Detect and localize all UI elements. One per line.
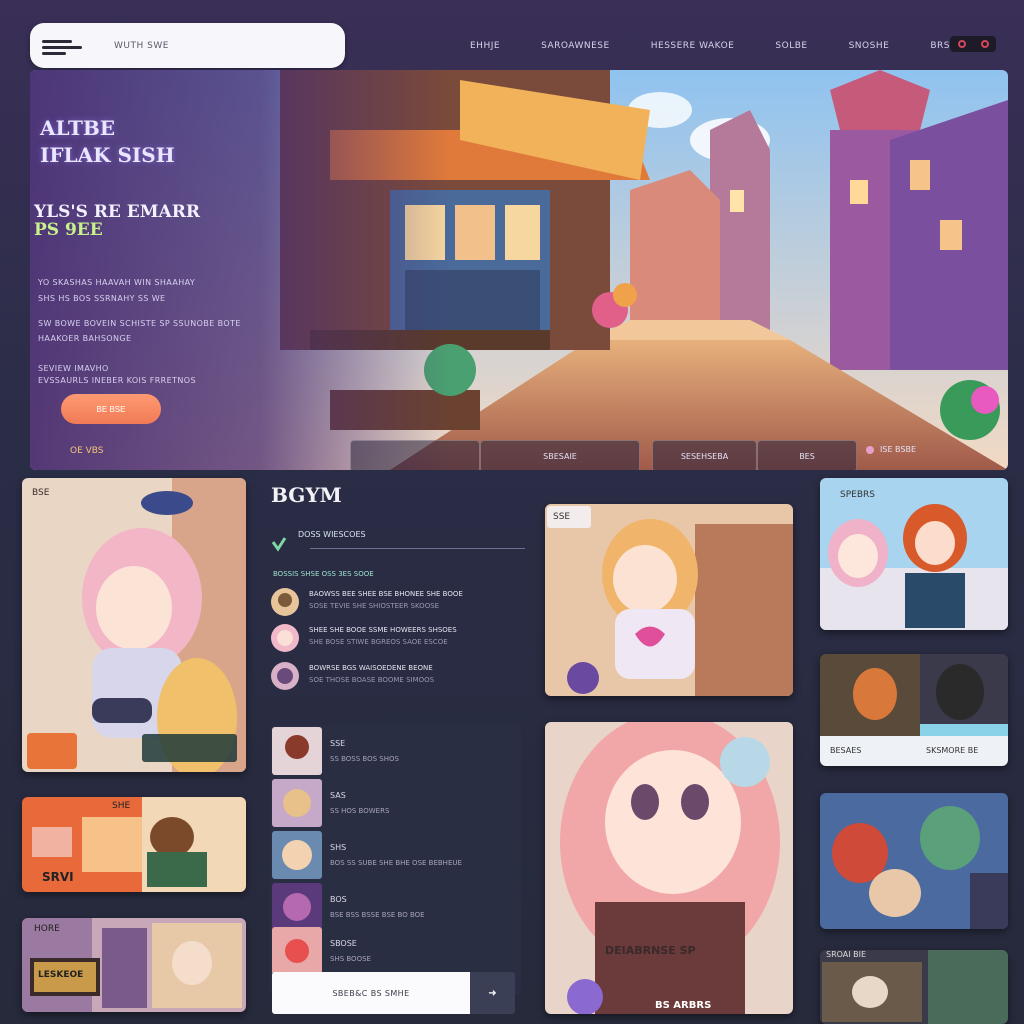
featured-title: DOSS WIESCOES bbox=[298, 530, 366, 539]
hero-text-line: SEVIEW IMAVHO bbox=[38, 364, 109, 373]
theme-toggle[interactable] bbox=[950, 36, 996, 52]
hero-tab[interactable]: BES bbox=[757, 440, 857, 470]
avatar bbox=[271, 624, 299, 652]
thumbnail bbox=[272, 927, 322, 975]
dot-icon bbox=[866, 445, 874, 454]
promo-card[interactable]: SHE SRVI bbox=[22, 797, 246, 892]
card-caption: DEIABRNSE SP bbox=[605, 944, 696, 957]
hero-tab[interactable]: SESEHSEBA bbox=[652, 440, 757, 470]
section-tag: OE VBS bbox=[70, 446, 104, 456]
card-badge: SSE bbox=[553, 512, 571, 522]
avatar bbox=[271, 662, 299, 690]
circle-icon bbox=[980, 40, 989, 48]
feed-item[interactable]: SHEE SHE BOOE SSME HOWEERS SHSOES SHE BO… bbox=[271, 624, 531, 654]
hero-banner[interactable]: ALTBE IFLAK SISH YLS'S RE EMARR PS 9EE Y… bbox=[30, 70, 1008, 470]
card-label: SROAI BIE bbox=[826, 950, 867, 959]
hero-cta-button[interactable]: BE BSE bbox=[61, 394, 161, 424]
card-title: SRVI bbox=[42, 870, 74, 884]
hero-tab[interactable] bbox=[350, 440, 480, 470]
featured-subtitle: BOSSIS SHSE OSS 3ES SOOE bbox=[273, 570, 374, 578]
card-illustration bbox=[820, 478, 1008, 630]
hero-text-line: YO SKASHAS HAAVAH WIN SHAAHAY bbox=[38, 278, 196, 287]
circle-icon bbox=[957, 40, 966, 48]
search-bar[interactable]: WUTH SWE bbox=[30, 23, 345, 68]
feed-item[interactable]: BAOWSS BEE SHEE BSE BHONEE SHE BOOE SOSE… bbox=[271, 588, 531, 618]
search-text: WUTH SWE bbox=[114, 40, 169, 51]
feature-card[interactable]: BSE bbox=[22, 478, 246, 772]
section-title: BGYM bbox=[271, 483, 342, 507]
card-label: SHE bbox=[112, 801, 131, 811]
hero-subtitle: YLS'S RE EMARR bbox=[34, 202, 200, 222]
divider bbox=[310, 548, 525, 549]
card-caption: BESAES bbox=[830, 746, 862, 755]
check-icon bbox=[271, 537, 287, 552]
card-illustration bbox=[545, 722, 793, 1014]
thumbnail bbox=[272, 831, 322, 879]
hero-text-line: EVSSAURLS INEBER KOIS FRRETNOS bbox=[38, 376, 196, 385]
group-card[interactable] bbox=[820, 793, 1008, 929]
list-item[interactable]: SHS BOS SS SUBE SHE BHE OSE BEBHEUE bbox=[270, 829, 521, 884]
card-illustration bbox=[820, 950, 1008, 1024]
character-card[interactable]: SSE bbox=[545, 504, 793, 696]
nav-item[interactable]: SAROAWNESE bbox=[541, 41, 610, 51]
thumbnail bbox=[272, 779, 322, 827]
card-label: SPEBRS bbox=[840, 490, 875, 500]
arrow-icon: ➜ bbox=[488, 987, 497, 999]
nav-item[interactable]: SOLBE bbox=[775, 41, 807, 51]
collection-card[interactable]: HORE LESKEOE bbox=[22, 918, 246, 1012]
card-caption: SKSMORE BE bbox=[926, 746, 979, 755]
split-card[interactable]: BESAES SKSMORE BE bbox=[820, 654, 1008, 766]
list-item[interactable]: SSE SS BOSS BOS SHOS bbox=[270, 725, 521, 780]
card-caption: BS ARBRS bbox=[655, 1000, 712, 1011]
subscribe-field[interactable]: SBEB&C BS SMHE bbox=[272, 972, 470, 1014]
nav-item[interactable]: HESSERE WAKOE bbox=[651, 41, 735, 51]
avatar bbox=[271, 588, 299, 616]
hero-text-line: SHS HS BOS SSRNAHY SS WE bbox=[38, 294, 166, 303]
hero-title: ALTBE IFLAK SISH bbox=[40, 116, 175, 167]
top-nav: EHHJE SAROAWNESE HESSERE WAKOE SOLBE SNO… bbox=[470, 36, 950, 56]
card-caption: LESKEOE bbox=[38, 970, 84, 980]
card-illustration bbox=[22, 478, 246, 772]
list-panel: SSE SS BOSS BOS SHOS SAS SS HOS BOWERS S… bbox=[270, 725, 521, 995]
card-illustration bbox=[820, 793, 1008, 929]
hero-subtitle-accent: PS 9EE bbox=[34, 220, 103, 240]
card-badge: BSE bbox=[32, 488, 50, 498]
slide-indicator[interactable]: ISE BSBE bbox=[866, 445, 916, 454]
card-label: HORE bbox=[34, 924, 60, 934]
list-item[interactable]: SAS SS HOS BOWERS bbox=[270, 777, 521, 832]
mini-card[interactable]: SROAI BIE bbox=[820, 950, 1008, 1024]
nav-item[interactable]: EHHJE bbox=[470, 41, 500, 51]
thumbnail bbox=[272, 883, 322, 931]
nav-item[interactable]: SNOSHE bbox=[849, 41, 890, 51]
hero-tab[interactable]: SBESAIE bbox=[480, 440, 640, 470]
hero-character-card[interactable]: DEIABRNSE SP BS ARBRS bbox=[545, 722, 793, 1014]
thumbnail bbox=[272, 727, 322, 775]
feed-item[interactable]: BOWRSE BGS WAISOEDENE BEONE SOE THOSE BO… bbox=[271, 662, 531, 692]
subscribe-button[interactable]: ➜ bbox=[470, 972, 515, 1014]
hero-text-line: SW BOWE BOVEIN SCHISTE SP SSUNOBE BOTE bbox=[38, 319, 241, 328]
logo-icon bbox=[42, 35, 96, 57]
duo-card[interactable]: SPEBRS bbox=[820, 478, 1008, 630]
card-illustration bbox=[545, 504, 793, 696]
hero-text-line: HAAKOER BAHSONGE bbox=[38, 334, 132, 343]
nav-item[interactable]: BRS bbox=[930, 41, 950, 51]
